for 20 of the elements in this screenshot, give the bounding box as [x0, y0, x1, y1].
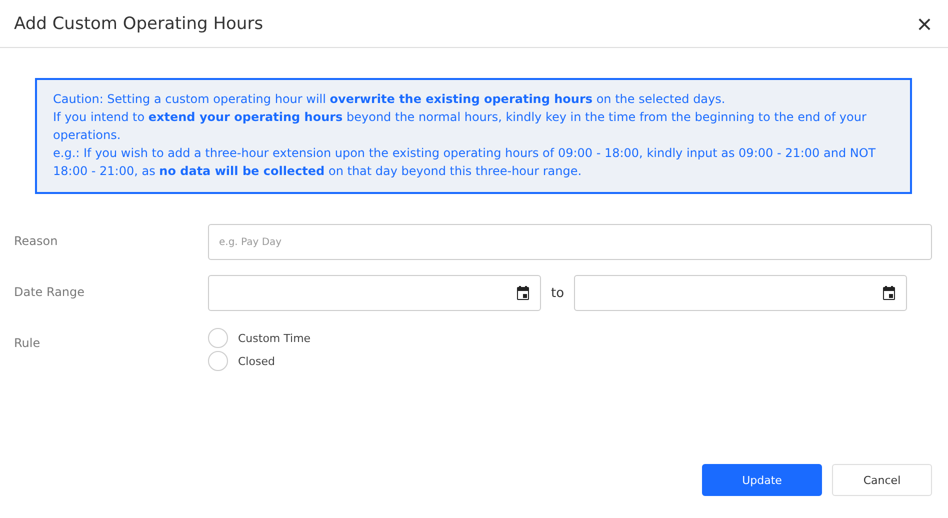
range-separator: to	[551, 286, 564, 300]
dialog-title: Add Custom Operating Hours	[14, 14, 264, 34]
notice-text: Caution: Setting a custom operating hour will overwrite the existing operating hours on the selected days.	[53, 91, 726, 108]
field-label: Rule	[14, 335, 42, 350]
notice-text: If you intend to extend your operating hours beyond the normal hours, kindly key in the time from the beginning to the end of your operations.	[53, 109, 868, 144]
close-button[interactable]: ×	[914, 10, 934, 36]
cancel-button[interactable]: Cancel	[832, 464, 932, 496]
update-button[interactable]: Update	[702, 464, 822, 496]
reason-field[interactable]: e.g. Pay Day	[208, 224, 932, 260]
date-field[interactable]	[574, 275, 908, 311]
date-field[interactable]	[208, 275, 541, 311]
radio-button[interactable]	[208, 328, 228, 348]
field-label: Date Range	[14, 284, 86, 299]
option-label: Custom Time	[238, 332, 311, 344]
option-label: Closed	[238, 354, 275, 368]
field-label: Reason	[14, 233, 59, 248]
calendar-icon[interactable]	[515, 285, 531, 301]
calendar-icon[interactable]	[881, 285, 898, 301]
notice-text: e.g.: If you wish to add a three-hour extension upon the existing operating hours of 09:00 - 18:00, kindly input as 09:00 - 21:00 and NOT 18:00 - 21:00, as no data will be collected on that day beyond this three-hour range.	[53, 145, 877, 180]
radio-button[interactable]	[208, 351, 228, 371]
